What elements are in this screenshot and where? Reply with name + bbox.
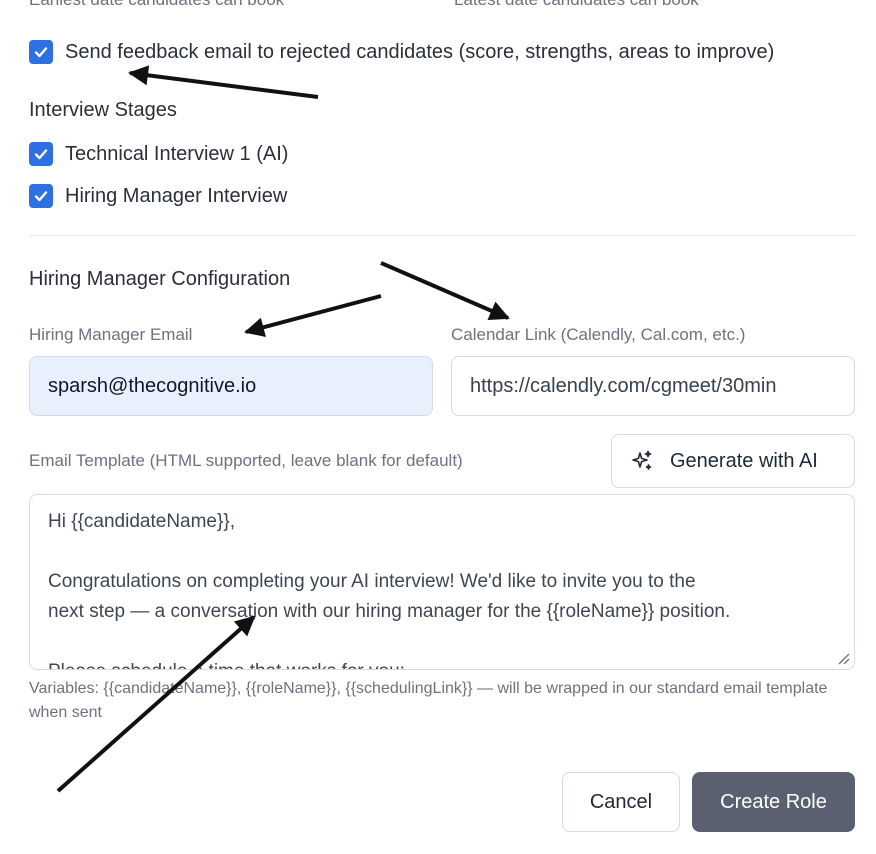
template-variables-hint: Variables: {{candidateName}}, {{roleName… bbox=[29, 680, 828, 721]
arrow-to-calendar-label bbox=[380, 261, 510, 321]
sparkles-icon bbox=[632, 450, 652, 470]
cancel-button[interactable]: Cancel bbox=[562, 772, 680, 832]
calendar-link-label: Calendar Link (Calendly, Cal.com, etc.) bbox=[451, 325, 746, 344]
create-role-button[interactable]: Create Role bbox=[692, 772, 855, 832]
email-template-label: Email Template (HTML supported, leave bl… bbox=[29, 451, 463, 470]
template-line: Congratulations on completing your AI in… bbox=[48, 571, 696, 592]
earliest-date-label: Earliest date candidates can book bbox=[29, 0, 284, 10]
stage-item-hiring-manager[interactable]: Hiring Manager Interview bbox=[29, 184, 287, 208]
latest-date-label: Latest date candidates can book bbox=[454, 0, 699, 10]
template-line: next step — a conversation with our hiri… bbox=[48, 601, 731, 622]
email-template-textarea[interactable]: Hi {{candidateName}}, Congratulations on… bbox=[29, 494, 855, 670]
hiring-manager-heading: Hiring Manager Configuration bbox=[29, 268, 291, 290]
arrow-to-email-label bbox=[244, 294, 382, 338]
arrow-to-feedback-checkbox bbox=[128, 65, 319, 99]
stage-item-technical[interactable]: Technical Interview 1 (AI) bbox=[29, 142, 288, 166]
stage-label-technical: Technical Interview 1 (AI) bbox=[65, 142, 289, 165]
feedback-checkbox[interactable] bbox=[29, 40, 53, 64]
template-line bbox=[48, 627, 836, 657]
stage-checkbox-technical[interactable] bbox=[29, 142, 53, 166]
generate-with-ai-button[interactable]: Generate with AI bbox=[611, 434, 855, 488]
check-icon bbox=[34, 191, 48, 202]
hiring-manager-email-input[interactable]: sparsh@thecognitive.io bbox=[29, 356, 433, 416]
stage-checkbox-hiring-manager[interactable] bbox=[29, 184, 53, 208]
stage-label-hiring-manager: Hiring Manager Interview bbox=[65, 184, 288, 207]
template-line: Hi {{candidateName}}, bbox=[48, 511, 235, 532]
template-line bbox=[48, 537, 836, 567]
calendar-link-input[interactable]: https://calendly.com/cgmeet/30min bbox=[451, 356, 855, 416]
check-icon bbox=[34, 47, 48, 58]
annotation-arrows bbox=[56, 65, 510, 793]
interview-stages-heading: Interview Stages bbox=[29, 99, 177, 121]
resize-grip-icon[interactable] bbox=[836, 651, 850, 665]
section-divider bbox=[29, 235, 855, 236]
hiring-manager-email-label: Hiring Manager Email bbox=[29, 325, 193, 344]
template-line: Please schedule a time that works for yo… bbox=[48, 657, 836, 669]
check-icon bbox=[34, 149, 48, 160]
generate-with-ai-label: Generate with AI bbox=[670, 449, 818, 472]
feedback-checkbox-label: Send feedback email to rejected candidat… bbox=[65, 40, 775, 63]
feedback-checkbox-row[interactable]: Send feedback email to rejected candidat… bbox=[29, 40, 774, 64]
